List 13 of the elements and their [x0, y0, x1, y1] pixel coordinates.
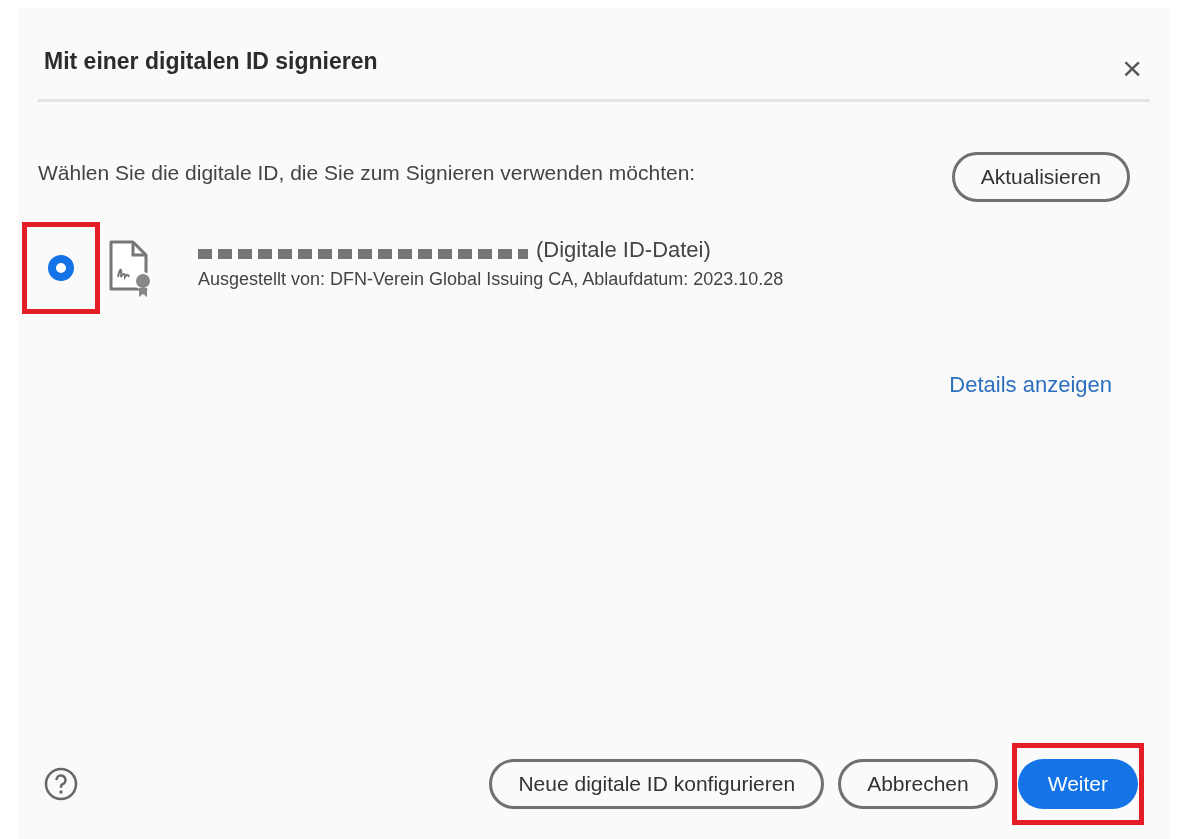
radio-button[interactable]	[48, 255, 74, 281]
next-button[interactable]: Weiter	[1017, 759, 1138, 809]
id-details-text: Ausgestellt von: DFN-Verein Global Issuing CA, Ablaufdatum: 2023.10.28	[198, 268, 784, 290]
dialog-title: Mit einer digitalen ID signieren	[44, 47, 378, 75]
certificate-file-icon	[108, 239, 152, 297]
prompt-text: Wählen Sie die digitale ID, die Sie zum Signieren verwenden möchten:	[38, 161, 696, 185]
help-icon[interactable]	[44, 767, 78, 801]
id-type-text: (Digitale ID-Datei)	[536, 236, 711, 263]
refresh-button[interactable]: Aktualisieren	[951, 152, 1130, 202]
dialog-button[interactable]: Abbrechen	[838, 759, 998, 809]
close-button[interactable]: ×	[1114, 50, 1150, 85]
dialog-button[interactable]: Neue digitale ID konfigurieren	[489, 759, 825, 809]
details-link[interactable]: Details anzeigen	[949, 372, 1112, 398]
